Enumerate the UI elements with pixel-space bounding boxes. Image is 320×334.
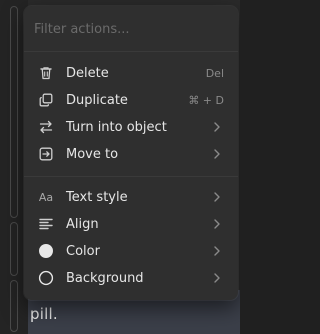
filter-actions-search [24,6,238,52]
duplicate-icon [36,90,56,110]
shortcut-hint: ⌘ + D [188,93,224,107]
menu-item-background[interactable]: Background [30,265,232,291]
block-handle[interactable] [10,6,18,218]
chevron-right-icon [212,244,222,258]
block-handle[interactable] [10,280,18,332]
trash-icon [36,63,56,83]
block-actions-menu: Delete Del Duplicate ⌘ + D Turn into obj… [24,6,238,300]
chevron-right-icon [212,120,222,134]
screen: pill. Delete Del [0,0,240,334]
menu-item-label: Turn into object [66,119,167,135]
filter-actions-input[interactable] [34,16,224,42]
menu-item-delete[interactable]: Delete Del [30,60,232,86]
color-dot-icon [36,241,56,261]
align-left-icon [36,214,56,234]
menu-item-label: Text style [66,189,128,205]
chevron-right-icon [212,271,222,285]
menu-item-align[interactable]: Align [30,211,232,237]
chevron-right-icon [212,190,222,204]
menu-item-label: Align [66,216,99,232]
menu-item-duplicate[interactable]: Duplicate ⌘ + D [30,87,232,113]
move-to-icon [36,144,56,164]
menu-item-label: Duplicate [66,92,128,108]
swap-arrows-icon [36,117,56,137]
menu-item-label: Delete [66,65,109,81]
text-style-icon: Aa [38,190,54,204]
block-handle[interactable] [10,222,18,276]
chevron-right-icon [212,147,222,161]
background-circle-icon [36,268,56,288]
menu-item-color[interactable]: Color [30,238,232,264]
menu-item-label: Color [66,243,100,259]
shortcut-hint: Del [205,66,224,80]
chevron-right-icon [212,217,222,231]
menu-item-turn-into-object[interactable]: Turn into object [30,114,232,140]
menu-item-text-style[interactable]: Aa Text style [30,184,232,210]
menu-item-move-to[interactable]: Move to [30,141,232,167]
menu-divider [24,176,238,177]
menu-item-label: Background [66,270,144,286]
menu-item-label: Move to [66,146,119,162]
block-text: pill. [30,305,58,323]
